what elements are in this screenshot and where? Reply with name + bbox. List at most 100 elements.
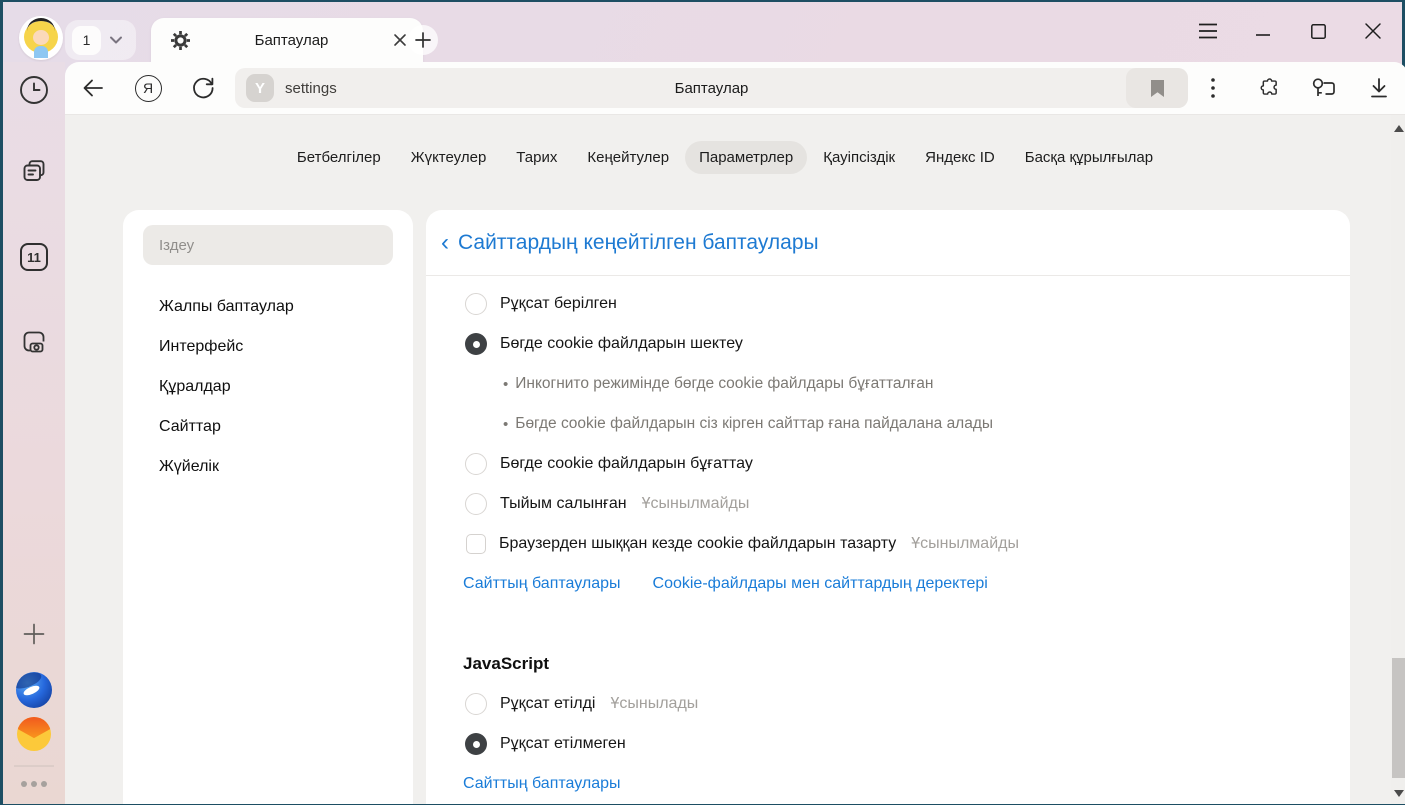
bookmark-icon [1151,80,1164,97]
close-icon [1364,22,1382,40]
tab-bookmarks[interactable]: Бетбелгілер [283,141,395,174]
browser-tab-settings[interactable]: Баптаулар [151,18,423,62]
profile-avatar[interactable] [19,16,63,60]
tabs-counter-button[interactable]: 11 [20,243,48,271]
tab-extensions[interactable]: Кеңейтулер [573,141,683,174]
sidebar-item-interface[interactable]: Интерфейс [123,327,413,367]
back-chevron-icon[interactable]: ‹ [441,231,449,255]
sidebar-item-system[interactable]: Жүйелік [123,447,413,487]
screenshot-button[interactable] [18,326,50,358]
tab-title: Баптаулар [190,32,393,49]
window-controls [1172,14,1392,48]
option-note: • Инкогнито режимінде бөгде cookie файлд… [426,364,1350,404]
checkbox-icon[interactable] [466,534,486,554]
js-option-not-allowed[interactable]: Рұқсат етілмеген [426,724,1350,764]
site-favicon-badge: Y [246,74,274,102]
yandex-mail-app-button[interactable] [17,717,51,751]
add-panel-button[interactable] [19,619,49,649]
radio-selected-icon[interactable] [465,733,487,755]
option-label: Браузерден шыққан кезде cookie файлдарын… [499,535,896,553]
scrollbar-thumb[interactable] [1392,658,1405,778]
radio-selected-icon[interactable] [465,333,487,355]
mail-logo-icon [17,717,51,751]
extensions-button[interactable] [1252,72,1284,104]
cookie-option-block-third-party[interactable]: Бөгде cookie файлдарын бұғаттау [426,444,1350,484]
option-label: Бөгде cookie файлдарын шектеу [500,335,743,353]
settings-search[interactable] [143,225,393,265]
note-text: Бөгде cookie файлдарын сіз кірген сайтта… [515,415,993,433]
yandex-browser-app-button[interactable] [16,672,52,708]
browser-menu-button[interactable] [1189,14,1227,48]
camera-icon [18,326,50,358]
site-settings-link[interactable]: Сайттың баптаулары [463,575,621,593]
yandex-home-button[interactable]: Я [132,72,164,104]
kebab-icon [1210,77,1216,99]
cookies-and-site-data-link[interactable]: Cookie-файлдары мен сайттардың деректері [653,575,988,593]
address-bar[interactable]: Y settings Баптаулар [235,68,1188,108]
back-button[interactable] [77,72,109,104]
maximize-icon [1310,23,1327,40]
radio-icon[interactable] [465,693,487,715]
history-button[interactable] [18,74,50,106]
tab-security[interactable]: Қауіпсіздік [809,141,909,174]
section-header: ‹ Сайттардың кеңейтілген баптаулары [426,210,1350,276]
radio-icon[interactable] [465,493,487,515]
cookie-option-restrict-third-party[interactable]: Бөгде cookie файлдарын шектеу [426,324,1350,364]
note-text: Инкогнито режимінде бөгде cookie файлдар… [515,375,933,393]
js-links: Сайттың баптаулары [426,764,1350,804]
sidebar-item-tools[interactable]: Құралдар [123,367,413,407]
settings-content: ‹ Сайттардың кеңейтілген баптаулары Рұқс… [426,210,1350,804]
scroll-down-arrow-icon[interactable] [1394,790,1404,797]
plus-icon [19,619,49,649]
sidebar-items: Жалпы баптаулар Интерфейс Құралдар Сайтт… [123,287,413,487]
minimize-button[interactable] [1244,14,1282,48]
more-apps-button[interactable] [21,781,47,787]
tab-settings[interactable]: Параметрлер [685,141,807,174]
refresh-button[interactable] [187,72,219,104]
tab-count-badge[interactable]: 1 [72,26,101,55]
browser-window: 1 Баптаулар [0,0,1405,805]
avatar-art [33,30,49,45]
passwords-button[interactable] [1307,72,1339,104]
scroll-up-arrow-icon[interactable] [1394,125,1404,132]
tab-downloads[interactable]: Жүктеулер [397,141,501,174]
tab-other-devices[interactable]: Басқа құрылғылар [1011,141,1167,174]
radio-icon[interactable] [465,453,487,475]
cookie-option-allowed[interactable]: Рұқсат берілген [426,284,1350,324]
option-label: Бөгде cookie файлдарын бұғаттау [500,455,753,473]
sidebar-item-sites[interactable]: Сайттар [123,407,413,447]
notes-button[interactable] [19,157,49,187]
omnibox-menu-button[interactable] [1197,72,1229,104]
downloads-button[interactable] [1363,72,1395,104]
search-input[interactable] [143,225,393,265]
settings-sidebar: Жалпы баптаулар Интерфейс Құралдар Сайтт… [123,210,413,804]
maximize-button[interactable] [1299,14,1337,48]
navigation-toolbar: Я Y settings Баптаулар [65,62,1405,114]
tab-close-icon[interactable] [393,33,407,47]
site-settings-link[interactable]: Сайттың баптаулары [463,775,621,793]
plus-icon [413,30,433,50]
page-scrollbar[interactable] [1391,115,1405,804]
new-tab-button[interactable] [408,25,438,55]
radio-icon[interactable] [465,293,487,315]
option-label: Рұқсат етілді [500,695,595,713]
tab-group-selector[interactable]: 1 [65,20,136,60]
settings-rows: Рұқсат берілген Бөгде cookie файлдарын ш… [426,276,1350,804]
documents-icon [19,157,49,187]
cookie-links: Сайттың баптаулары Cookie-файлдары мен с… [426,564,1350,604]
sidebar-item-general[interactable]: Жалпы баптаулар [123,287,413,327]
bookmark-button[interactable] [1126,68,1188,108]
minimize-icon [1255,23,1271,39]
cookie-clear-on-exit[interactable]: Браузерден шыққан кезде cookie файлдарын… [426,524,1350,564]
tab-history[interactable]: Тарих [502,141,571,174]
close-window-button[interactable] [1354,14,1392,48]
settings-page: Бетбелгілер Жүктеулер Тарих Кеңейтулер П… [65,114,1405,804]
settings-nav-tabs: Бетбелгілер Жүктеулер Тарих Кеңейтулер П… [65,141,1385,174]
cookie-option-forbidden[interactable]: Тыйым салынған Ұсынылмайды [426,484,1350,524]
js-option-allowed[interactable]: Рұқсат етілді Ұсынылады [426,684,1350,724]
option-hint: Ұсынылмайды [642,495,750,513]
section-title[interactable]: Сайттардың кеңейтілген баптаулары [458,231,819,255]
clock-icon [18,74,50,106]
option-label: Рұқсат етілмеген [500,735,626,753]
tab-yandex-id[interactable]: Яндекс ID [911,141,1009,174]
